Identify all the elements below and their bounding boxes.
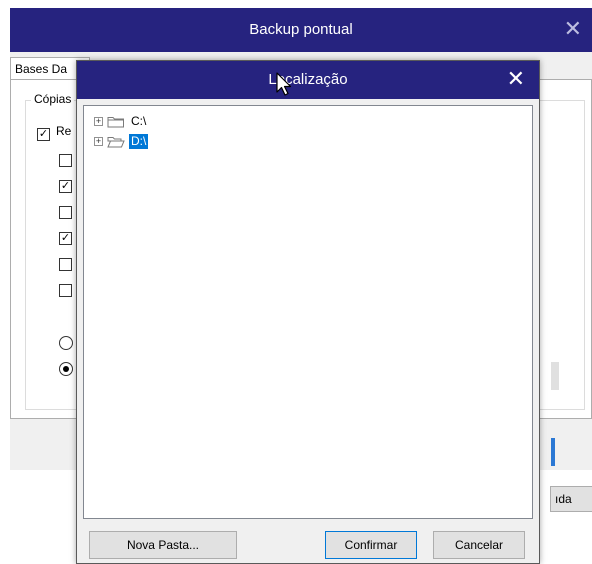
backup-panel-control-edge: [551, 362, 559, 390]
backup-panel-focus-edge: [551, 438, 555, 466]
backup-checkbox-3[interactable]: [59, 206, 72, 219]
backup-close-icon[interactable]: ✕: [564, 16, 582, 42]
backup-title: Backup pontual: [249, 21, 353, 38]
folder-icon: [107, 116, 124, 127]
backup-checkbox-main-label: Re: [56, 124, 72, 138]
new-folder-button[interactable]: Nova Pasta...: [89, 531, 237, 559]
confirm-button[interactable]: Confirmar: [325, 531, 417, 559]
backup-radio-1[interactable]: [59, 336, 73, 350]
tree-item-label[interactable]: C:\: [129, 114, 148, 129]
tree-item-d-drive[interactable]: + D:\: [94, 133, 149, 149]
dialog-titlebar[interactable]: Localização ✕: [77, 61, 539, 99]
folder-open-icon: [107, 136, 125, 147]
tree-item-c-drive[interactable]: + C:\: [94, 113, 148, 129]
cancel-button[interactable]: Cancelar: [433, 531, 525, 559]
backup-checkbox-4[interactable]: ✓: [59, 232, 72, 245]
folder-tree[interactable]: + C:\ + D:\: [83, 105, 533, 519]
backup-checkbox-6[interactable]: [59, 284, 72, 297]
backup-checkbox-1[interactable]: [59, 154, 72, 167]
backup-checkbox-2[interactable]: ✓: [59, 180, 72, 193]
copias-group-label: Cópias: [31, 92, 75, 106]
backup-radio-2[interactable]: [59, 362, 73, 376]
dialog-close-icon[interactable]: ✕: [507, 66, 525, 92]
expand-icon[interactable]: +: [94, 116, 103, 126]
backup-action-button[interactable]: ıda: [550, 486, 592, 512]
expand-icon[interactable]: +: [94, 136, 103, 146]
dialog-title: Localização: [268, 71, 348, 88]
mouse-cursor-icon: [276, 72, 292, 96]
backup-checkbox-5[interactable]: [59, 258, 72, 271]
tree-item-label-selected[interactable]: D:\: [129, 133, 149, 149]
location-dialog: Localização ✕ + C:\ + D:\ Nova Pasta... …: [76, 60, 540, 564]
backup-titlebar: Backup pontual ✕: [10, 8, 592, 52]
backup-checkbox-main[interactable]: ✓: [37, 128, 50, 141]
